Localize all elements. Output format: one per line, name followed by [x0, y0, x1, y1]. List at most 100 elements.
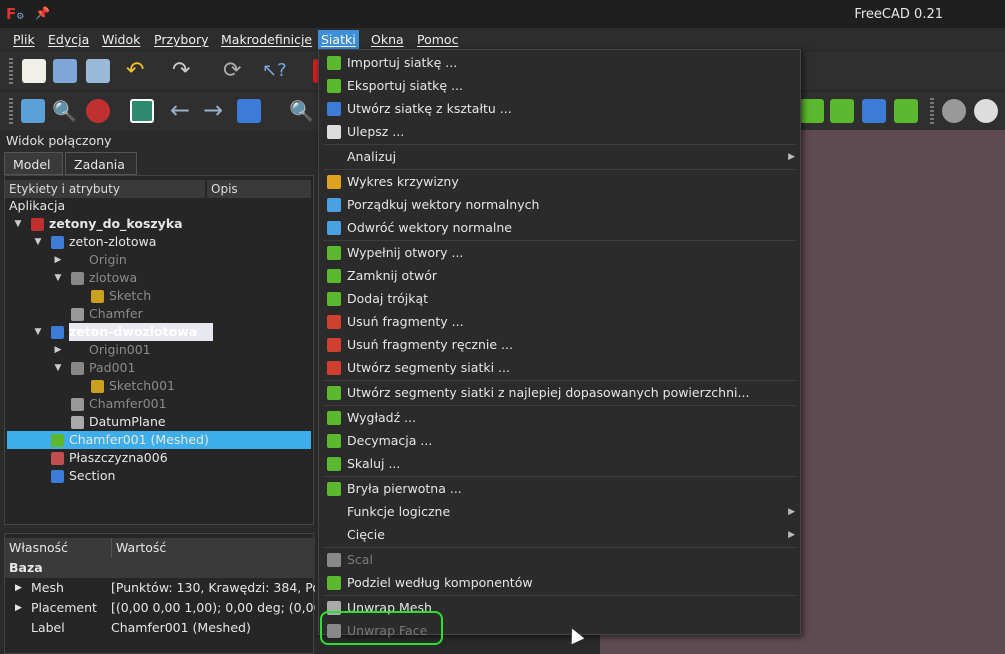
expand-arrow-icon[interactable]: ▼ — [53, 269, 63, 287]
expand-arrow-icon[interactable]: ▶ — [53, 341, 63, 359]
tree-item[interactable]: ▶ Origin001 — [7, 341, 311, 359]
fit-all-icon[interactable] — [21, 99, 45, 123]
menu-item[interactable]: Skaluj ... — [319, 453, 800, 475]
menu-item[interactable]: Decymacja ... — [319, 430, 800, 452]
menu-item[interactable]: Scal — [319, 549, 800, 571]
back-arrow-icon[interactable]: ← — [170, 98, 194, 123]
property-view[interactable]: Własność Wartość Baza ▶ Mesh [Punktów: 130… — [4, 533, 315, 654]
menu-item[interactable]: Cięcie ▶ — [319, 524, 800, 546]
view-iso-icon[interactable] — [237, 99, 261, 123]
menu-item[interactable]: Podziel według komponentów — [319, 572, 800, 594]
menu-plik[interactable]: Plik — [12, 30, 36, 49]
mesh-tool-3-icon[interactable] — [862, 99, 886, 123]
forward-arrow-icon[interactable]: → — [203, 98, 227, 123]
expand-arrow-icon[interactable]: ▼ — [33, 233, 43, 251]
menu-separator — [323, 476, 796, 477]
save-document-icon[interactable] — [86, 59, 110, 83]
mesh-tool-4-icon[interactable] — [894, 99, 918, 123]
menu-item-label: Decymacja ... — [347, 433, 433, 448]
expand-arrow-icon[interactable]: ▼ — [33, 323, 43, 341]
menu-item[interactable]: Bryła pierwotna ... — [319, 478, 800, 500]
menu-siatki[interactable]: Siatki — [318, 30, 359, 49]
property-value[interactable]: Chamfer001 (Meshed) — [111, 618, 251, 638]
tree-item[interactable]: DatumPlane — [7, 413, 311, 431]
menu-item[interactable]: Utwórz siatkę z kształtu ... — [319, 98, 800, 120]
property-value[interactable]: [(0,00 0,00 1,00); 0,00 deg; (0,00 0 — [111, 598, 315, 618]
menu-item[interactable]: Utwórz segmenty siatki ... — [319, 357, 800, 379]
bounding-box-icon[interactable] — [130, 99, 154, 123]
tab-tasks[interactable]: Zadania — [65, 152, 137, 175]
draw-style-icon[interactable] — [86, 99, 110, 123]
menu-pomoc[interactable]: Pomoc — [416, 30, 459, 49]
menu-makrodefinicje[interactable]: Makrodefinicje — [220, 30, 313, 49]
new-document-icon[interactable] — [22, 59, 46, 83]
expand-arrow-icon[interactable]: ▼ — [13, 215, 23, 233]
property-value[interactable]: [Punktów: 130, Krawędzi: 384, Pow — [111, 578, 315, 598]
menu-item-label: Scal — [347, 552, 373, 567]
mesh-tool-6-icon[interactable] — [974, 99, 998, 123]
tree-item[interactable]: Chamfer001 (Meshed) — [7, 431, 311, 449]
tree-header-labels[interactable]: Etykiety i atrybuty — [5, 180, 205, 198]
menu-item-label: Eksportuj siatkę ... — [347, 78, 464, 93]
property-row[interactable]: Label Chamfer001 (Meshed) — [5, 618, 315, 638]
fit-selection-icon[interactable]: 🔍 — [52, 99, 77, 123]
toolbar-grip[interactable] — [9, 58, 13, 84]
toolbar-grip[interactable] — [9, 98, 13, 124]
expand-arrow-icon[interactable]: ▼ — [53, 359, 63, 377]
refresh-icon[interactable]: ⟳ — [223, 59, 247, 83]
menu-item[interactable]: Zamknij otwór — [319, 265, 800, 287]
menu-item[interactable]: Dodaj trójkąt — [319, 288, 800, 310]
undo-icon[interactable]: ↶ — [126, 59, 150, 83]
menu-edycja[interactable]: Edycja — [47, 30, 90, 49]
tree-item[interactable]: Section — [7, 467, 311, 485]
property-row[interactable]: ▶ Mesh [Punktów: 130, Krawędzi: 384, Pow — [5, 578, 315, 598]
menu-item[interactable]: Wypełnij otwory ... — [319, 242, 800, 264]
tree-item[interactable]: ▼ zlotowa — [7, 269, 311, 287]
property-row[interactable]: ▶ Placement [(0,00 0,00 1,00); 0,00 deg; (… — [5, 598, 315, 618]
tree-item[interactable]: Chamfer001 — [7, 395, 311, 413]
tree-item[interactable]: Sketch — [7, 287, 311, 305]
menu-item[interactable]: Ulepsz ... — [319, 121, 800, 143]
menu-item[interactable]: Importuj siatkę ... — [319, 52, 800, 74]
open-document-icon[interactable] — [53, 59, 77, 83]
pin-icon[interactable]: 📌 — [35, 6, 50, 20]
tree-header-description[interactable]: Opis — [207, 180, 311, 198]
toolbar-grip[interactable] — [930, 98, 934, 124]
menu-item[interactable]: Porządkuj wektory normalnych — [319, 194, 800, 216]
redo-icon[interactable]: ↷ — [172, 59, 196, 83]
menu-okna[interactable]: Okna — [370, 30, 405, 49]
menu-item[interactable]: Odwróć wektory normalne — [319, 217, 800, 239]
menu-item[interactable]: Funkcje logiczne ▶ — [319, 501, 800, 523]
props-header-property: Własność — [9, 540, 69, 555]
menu-item[interactable]: Usuń fragmenty ... — [319, 311, 800, 333]
mesh-tool-5-icon[interactable] — [942, 99, 966, 123]
menu-widok[interactable]: Widok — [101, 30, 141, 49]
tree-item[interactable]: ▼ zetony_do_koszyka — [7, 215, 311, 233]
tree-item[interactable]: ▼ zeton-zlotowa — [7, 233, 311, 251]
menu-item[interactable]: Eksportuj siatkę ... — [319, 75, 800, 97]
mesh-tool-1-icon[interactable] — [800, 99, 824, 123]
menu-item[interactable]: Wykres krzywizny — [319, 171, 800, 193]
expand-arrow-icon[interactable]: ▶ — [15, 598, 22, 618]
tab-model[interactable]: Model — [4, 152, 63, 175]
tree-item[interactable]: ▶ Origin — [7, 251, 311, 269]
mesh-tool-2-icon[interactable] — [830, 99, 854, 123]
tree-item[interactable]: ▼ zeton-dwozlotowa — [7, 323, 311, 341]
menu-item[interactable]: Utwórz segmenty siatki z najlepiej dopas… — [319, 382, 800, 404]
model-tree[interactable]: Etykiety i atrybuty Opis Aplikacja ▼ zeto… — [4, 175, 314, 525]
tree-item[interactable]: Chamfer — [7, 305, 311, 323]
menu-przybory[interactable]: Przybory — [153, 30, 210, 49]
title-bar: F⚙ 📌 FreeCAD 0.21 — [0, 0, 1005, 28]
measure-icon[interactable]: 🔍 — [289, 99, 314, 123]
whats-this-icon[interactable]: ↖? — [262, 59, 287, 83]
tree-item[interactable]: Płaszczyzna006 — [7, 449, 311, 467]
menu-item[interactable]: Usuń fragmenty ręcznie ... — [319, 334, 800, 356]
tree-item[interactable]: ▼ Pad001 — [7, 359, 311, 377]
expand-arrow-icon[interactable]: ▶ — [53, 251, 63, 269]
menu-item[interactable]: Analizuj ▶ — [319, 146, 800, 168]
tree-item[interactable]: Sketch001 — [7, 377, 311, 395]
expand-arrow-icon[interactable]: ▶ — [15, 578, 22, 598]
refine-icon — [327, 125, 341, 139]
props-group-base[interactable]: Baza — [5, 558, 315, 578]
menu-item[interactable]: Wygładź ... — [319, 407, 800, 429]
